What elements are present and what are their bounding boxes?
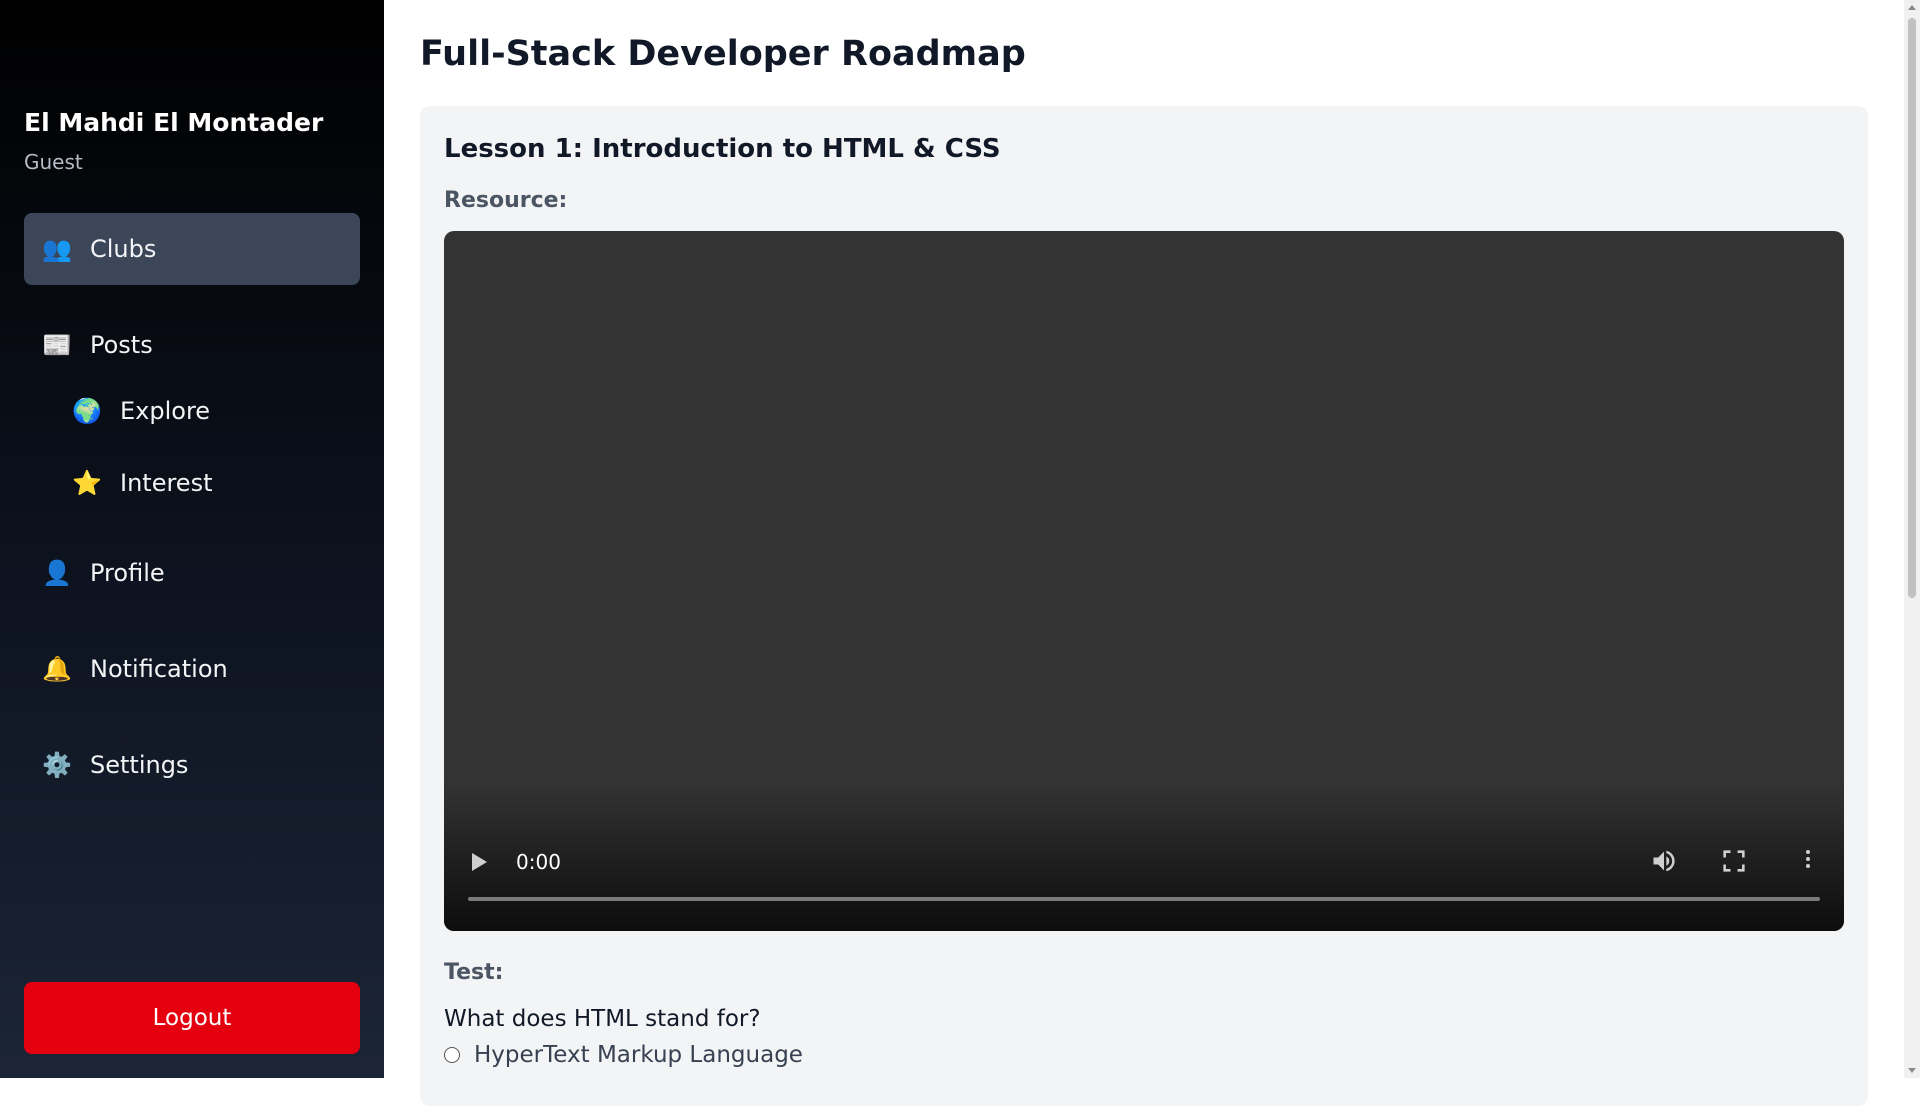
volume-icon[interactable] [1650, 847, 1678, 875]
sidebar-item-explore[interactable]: 🌍 Explore [24, 375, 360, 447]
sidebar-item-notification[interactable]: 🔔 Notification [24, 633, 360, 705]
sidebar-item-label: Profile [90, 559, 165, 587]
sidebar-item-clubs[interactable]: 👥 Clubs [24, 213, 360, 285]
page-scrollbar[interactable] [1904, 0, 1920, 1078]
user-role: Guest [24, 150, 83, 174]
sidebar-item-label: Posts [90, 331, 153, 359]
bell-icon: 🔔 [42, 655, 72, 683]
star-icon: ⭐ [72, 469, 102, 497]
lesson-title: Lesson 1: Introduction to HTML & CSS [444, 134, 1001, 164]
video-controls: 0:00 [444, 781, 1844, 931]
answer-option[interactable]: HyperText Markup Language [444, 1042, 803, 1068]
sidebar-item-label: Interest [120, 469, 213, 497]
lesson-card: Lesson 1: Introduction to HTML & CSS Res… [420, 106, 1868, 1106]
play-icon[interactable] [472, 853, 487, 871]
sidebar-item-label: Clubs [90, 235, 157, 263]
scroll-down-arrow-icon[interactable] [1908, 1068, 1916, 1073]
fullscreen-icon[interactable] [1720, 847, 1748, 875]
scrollbar-thumb[interactable] [1908, 18, 1916, 598]
sidebar-item-posts[interactable]: 📰 Posts [24, 309, 360, 381]
sidebar-item-interest[interactable]: ⭐ Interest [24, 447, 360, 519]
sidebar-item-settings[interactable]: ⚙️ Settings [24, 729, 360, 801]
resource-label: Resource: [444, 188, 568, 213]
people-icon: 👥 [42, 235, 72, 263]
user-name: El Mahdi El Montader [24, 108, 324, 137]
user-icon: 👤 [42, 559, 72, 587]
gear-icon: ⚙️ [42, 751, 72, 779]
main-content: Full-Stack Developer Roadmap Lesson 1: I… [384, 0, 1904, 1106]
sidebar: El Mahdi El Montader Guest 👥 Clubs 📰 Pos… [0, 0, 384, 1078]
sidebar-item-label: Explore [120, 397, 211, 425]
page-title: Full-Stack Developer Roadmap [420, 34, 1026, 74]
test-label: Test: [444, 960, 504, 985]
radio-button[interactable] [444, 1047, 460, 1063]
answer-option-label: HyperText Markup Language [474, 1042, 803, 1068]
scroll-up-arrow-icon[interactable] [1908, 5, 1916, 10]
sidebar-item-label: Settings [90, 751, 189, 779]
sidebar-item-profile[interactable]: 👤 Profile [24, 537, 360, 609]
logout-button[interactable]: Logout [24, 982, 360, 1054]
video-time: 0:00 [516, 850, 561, 874]
video-player[interactable]: 0:00 [444, 231, 1844, 931]
question-text: What does HTML stand for? [444, 1006, 761, 1032]
newspaper-icon: 📰 [42, 331, 72, 359]
globe-icon: 🌍 [72, 397, 102, 425]
video-progress-bar[interactable] [468, 897, 1820, 901]
sidebar-item-label: Notification [90, 655, 228, 683]
more-options-icon[interactable] [1806, 850, 1810, 871]
